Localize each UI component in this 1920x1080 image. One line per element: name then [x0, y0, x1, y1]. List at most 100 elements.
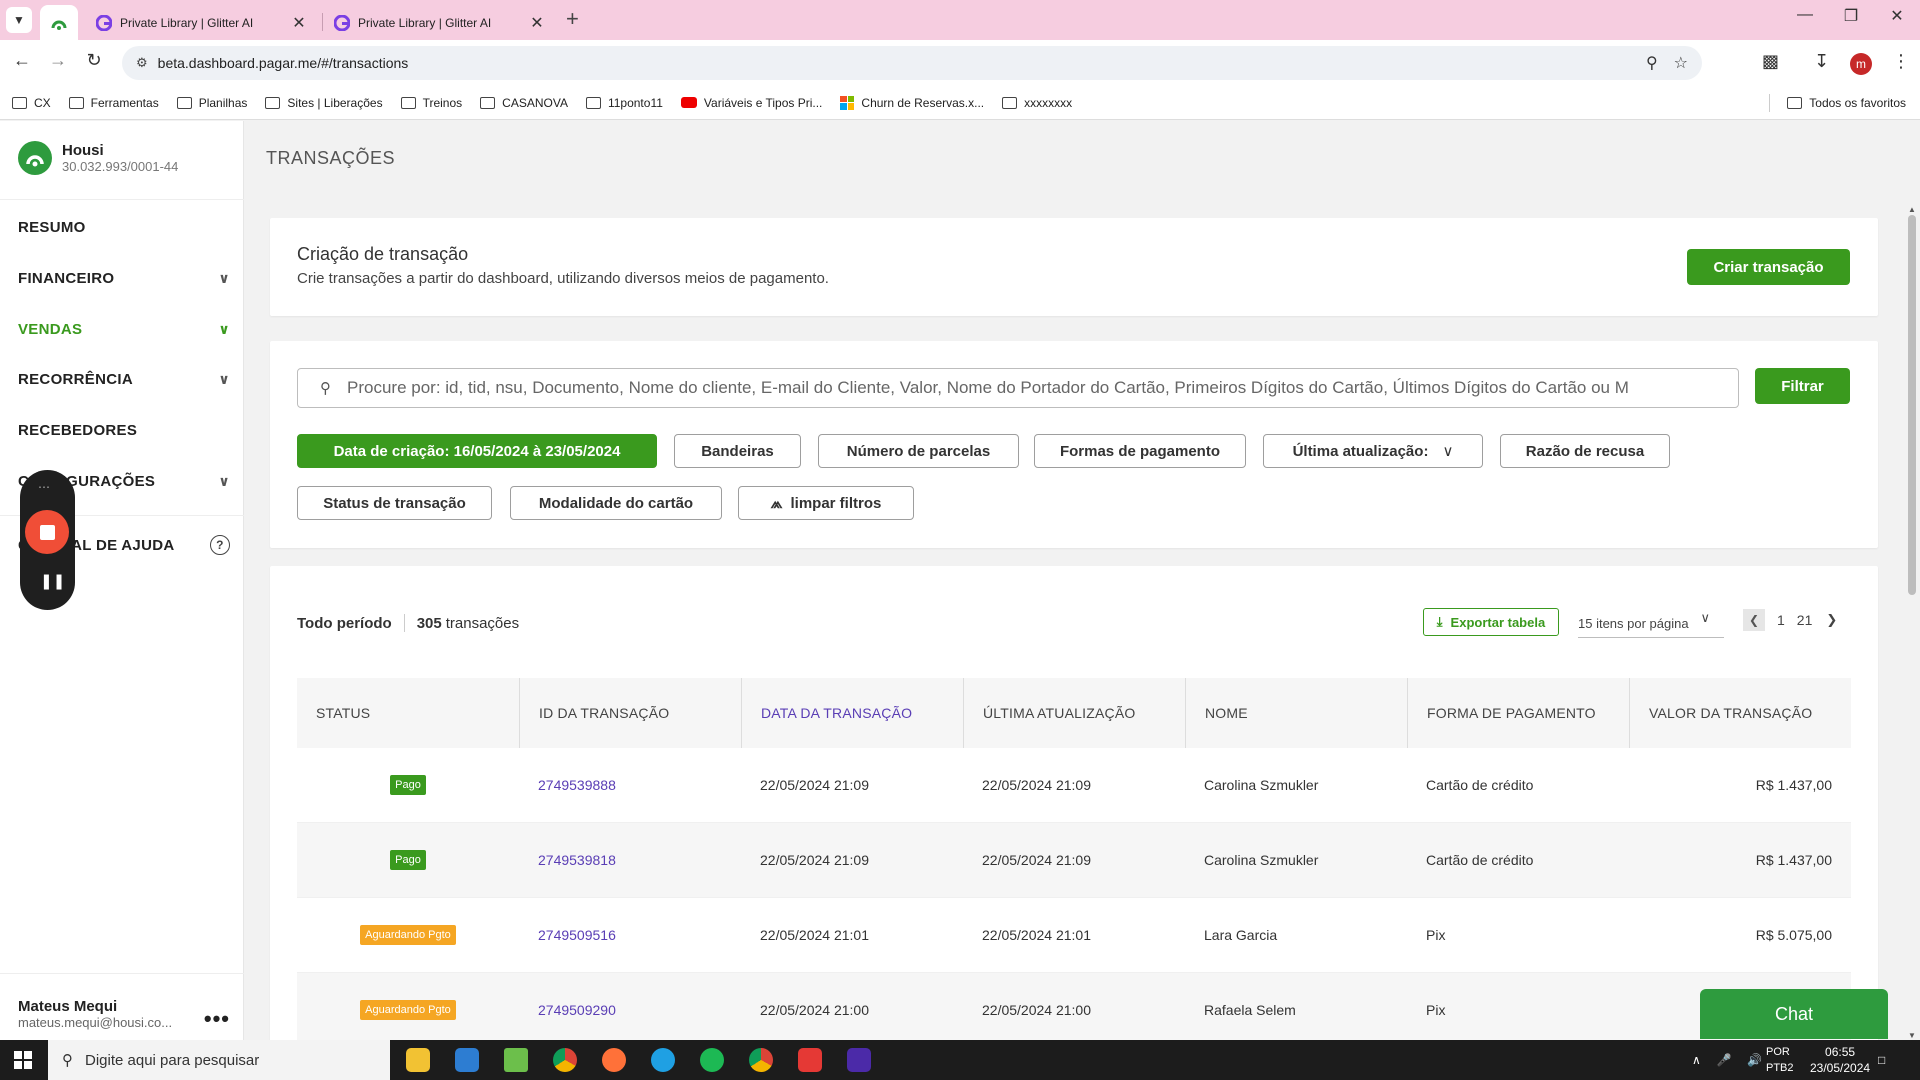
search-box[interactable]: ⚲: [297, 368, 1739, 408]
bookmark-item[interactable]: CX: [12, 96, 51, 110]
tab-glitter-2[interactable]: Private Library | Glitter AI ✕: [324, 5, 556, 40]
close-icon[interactable]: ✕: [290, 13, 308, 33]
file-explorer-icon[interactable]: [406, 1048, 430, 1072]
edge-icon[interactable]: [651, 1048, 675, 1072]
prev-page-chevron-icon[interactable]: ❮: [1743, 609, 1765, 631]
spotify-icon[interactable]: [700, 1048, 724, 1072]
download-icon[interactable]: ↧: [1814, 51, 1829, 72]
column-header-updated[interactable]: ÚLTIMA ATUALIZAÇÃO: [963, 678, 1185, 748]
table-row[interactable]: Pago 2749539818 22/05/2024 21:09 22/05/2…: [297, 823, 1851, 898]
column-header-id[interactable]: ID DA TRANSAÇÃO: [519, 678, 741, 748]
column-header-value[interactable]: VALOR DA TRANSAÇÃO: [1629, 678, 1851, 748]
create-transaction-button[interactable]: Criar transação: [1687, 249, 1850, 285]
scroll-down-icon[interactable]: ▼: [1908, 1031, 1916, 1040]
volume-icon[interactable]: 🔊: [1747, 1053, 1762, 1067]
window-close-icon[interactable]: ✕: [1874, 6, 1920, 26]
chip-parcelas[interactable]: Número de parcelas: [818, 434, 1019, 468]
minimize-icon[interactable]: —: [1782, 6, 1828, 24]
zoom-icon[interactable]: ⚲: [1646, 53, 1658, 73]
column-header-date[interactable]: DATA DA TRANSAÇÃO: [741, 678, 963, 748]
stop-recording-button[interactable]: [25, 510, 69, 554]
back-arrow-icon[interactable]: ←: [10, 50, 34, 71]
drag-handle-icon[interactable]: ⋯: [38, 480, 51, 494]
user-profile[interactable]: Mateus Mequi mateus.mequi@housi.co... ••…: [18, 998, 230, 1032]
profile-avatar[interactable]: m: [1850, 53, 1872, 75]
node-icon[interactable]: [504, 1048, 528, 1072]
bookmark-item[interactable]: Sites | Liberações: [265, 96, 383, 110]
vscode-icon[interactable]: [455, 1048, 479, 1072]
restore-icon[interactable]: ❐: [1828, 6, 1874, 26]
extensions-puzzle-icon[interactable]: ▩: [1762, 51, 1779, 72]
table-row[interactable]: Aguardando Pgto 2749509290 22/05/2024 21…: [297, 973, 1851, 1046]
chrome-profile-icon[interactable]: [749, 1048, 773, 1072]
app-icon[interactable]: [798, 1048, 822, 1072]
chip-formas-pagamento[interactable]: Formas de pagamento: [1034, 434, 1246, 468]
bookmark-item[interactable]: Variáveis e Tipos Pri...: [680, 96, 822, 110]
sidebar-item-financeiro[interactable]: FINANCEIRO ∨: [18, 270, 230, 287]
sidebar-item-resumo[interactable]: RESUMO: [18, 219, 230, 236]
all-bookmarks[interactable]: Todos os favoritos: [1787, 96, 1906, 110]
windows-start-icon[interactable]: [14, 1051, 32, 1069]
chip-status-transacao[interactable]: Status de transação: [297, 486, 492, 520]
chip-modalidade-cartao[interactable]: Modalidade do cartão: [510, 486, 722, 520]
sidebar-item-recorrencia[interactable]: RECORRÊNCIA ∨: [18, 371, 230, 388]
table-row[interactable]: Aguardando Pgto 2749509516 22/05/2024 21…: [297, 898, 1851, 973]
more-options-icon[interactable]: •••: [204, 1006, 230, 1032]
bookmark-star-icon[interactable]: ☆: [1674, 53, 1688, 73]
column-header-method[interactable]: FORMA DE PAGAMENTO: [1407, 678, 1629, 748]
bookmark-item[interactable]: Ferramentas: [68, 96, 159, 110]
total-pages[interactable]: 21: [1797, 612, 1813, 628]
tab-pinned-housi[interactable]: [40, 5, 78, 40]
bookmark-item[interactable]: Churn de Reservas.x...: [840, 95, 984, 110]
bookmark-item[interactable]: Treinos: [400, 96, 462, 110]
page-scrollbar[interactable]: ▲ ▼: [1904, 205, 1920, 1040]
transaction-id-link[interactable]: 2749539888: [519, 777, 741, 793]
bookmark-item[interactable]: Planilhas: [176, 96, 247, 110]
sidebar-item-recebedores[interactable]: RECEBEDORES: [18, 422, 230, 439]
notifications-icon[interactable]: □: [1878, 1040, 1885, 1080]
close-icon[interactable]: ✕: [528, 13, 546, 33]
site-settings-icon[interactable]: ⚙: [136, 55, 148, 71]
chrome-icon[interactable]: [553, 1048, 577, 1072]
pause-icon[interactable]: ❚❚: [40, 572, 65, 590]
firefox-icon[interactable]: [602, 1048, 626, 1072]
chip-razao-recusa[interactable]: Razão de recusa: [1500, 434, 1670, 468]
tab-glitter-1[interactable]: Private Library | Glitter AI ✕: [86, 5, 318, 40]
clear-filters-button[interactable]: ⩕ limpar filtros: [738, 486, 914, 520]
next-page-chevron-icon[interactable]: ❯: [1826, 612, 1837, 628]
search-input[interactable]: [347, 378, 1738, 398]
column-header-status[interactable]: STATUS: [297, 678, 519, 748]
table-row[interactable]: Pago 2749539888 22/05/2024 21:09 22/05/2…: [297, 748, 1851, 823]
system-clock[interactable]: 06:55 23/05/2024: [1810, 1044, 1870, 1076]
new-tab-plus-icon[interactable]: +: [566, 6, 579, 32]
reload-icon[interactable]: ↻: [82, 50, 106, 71]
chip-bandeiras[interactable]: Bandeiras: [674, 434, 801, 468]
filter-button[interactable]: Filtrar: [1755, 368, 1850, 404]
tab-search-button[interactable]: ▼: [6, 7, 32, 33]
glitter-app-icon[interactable]: [847, 1048, 871, 1072]
chat-button[interactable]: Chat: [1700, 989, 1888, 1039]
export-table-button[interactable]: ⤓ Exportar tabela: [1423, 608, 1559, 636]
chip-ultima-atualizacao[interactable]: Última atualização: ∨: [1263, 434, 1483, 468]
transaction-id-link[interactable]: 2749539818: [519, 852, 741, 868]
tray-chevron-up-icon[interactable]: ∧: [1692, 1053, 1701, 1067]
current-page[interactable]: 1: [1777, 612, 1785, 628]
column-header-name[interactable]: NOME: [1185, 678, 1407, 748]
bookmark-item[interactable]: 11ponto11: [585, 96, 663, 110]
bookmark-item[interactable]: CASANOVA: [480, 96, 568, 110]
transaction-id-link[interactable]: 2749509290: [519, 1002, 741, 1018]
address-bar[interactable]: ⚙ beta.dashboard.pagar.me/#/transactions…: [122, 46, 1702, 80]
microphone-icon[interactable]: 🎤: [1716, 1053, 1731, 1067]
transaction-id-link[interactable]: 2749509516: [519, 927, 741, 943]
scroll-up-icon[interactable]: ▲: [1908, 205, 1916, 214]
items-per-page-select[interactable]: 15 itens por página ∨: [1578, 610, 1724, 638]
chip-date-created[interactable]: Data de criação: 16/05/2024 à 23/05/2024: [297, 434, 657, 468]
kebab-menu-icon[interactable]: ⋮: [1892, 51, 1910, 72]
sidebar-item-vendas[interactable]: VENDAS ∨: [18, 321, 230, 338]
input-language[interactable]: POR PTB2: [1766, 1044, 1794, 1076]
url-text[interactable]: beta.dashboard.pagar.me/#/transactions: [158, 55, 1630, 71]
company-switcher[interactable]: Housi 30.032.993/0001-44: [18, 141, 178, 175]
forward-arrow-icon[interactable]: →: [46, 50, 70, 71]
screen-recorder-widget[interactable]: ⋯ ❚❚: [20, 470, 75, 610]
taskbar-search[interactable]: ⚲ Digite aqui para pesquisar: [48, 1040, 390, 1080]
